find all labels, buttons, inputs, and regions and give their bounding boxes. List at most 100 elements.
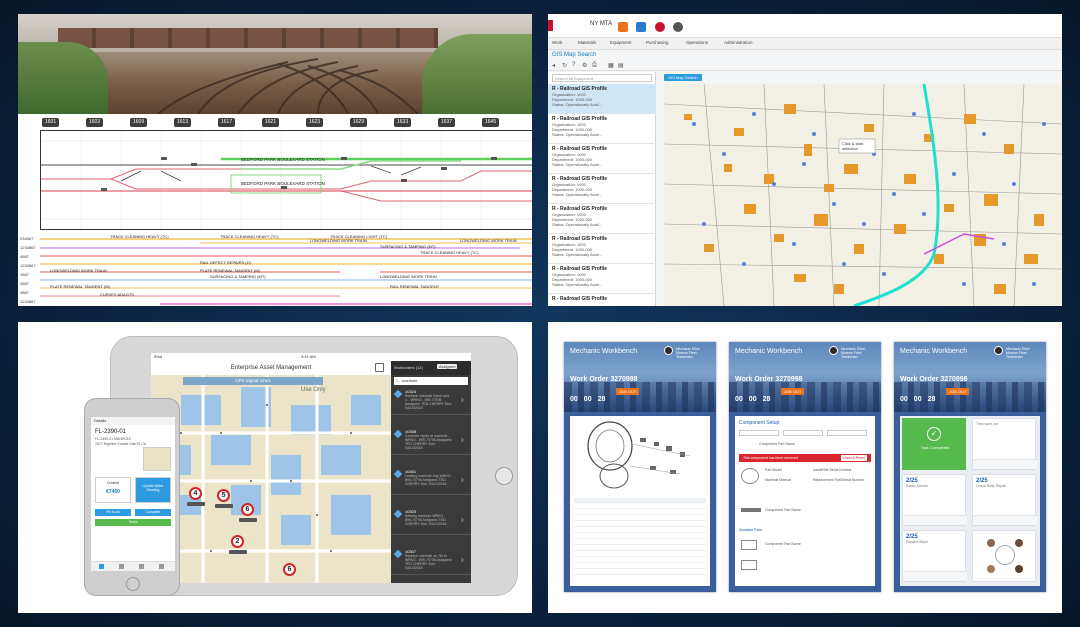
compose-icon[interactable]	[375, 363, 384, 372]
workbench-screen-component: Mechanic Workbench Mechanic Elliot Moren…	[729, 342, 881, 592]
track-schematic[interactable]: BEDFORD PARK BOULEVARD STATION BEDFORD P…	[40, 130, 532, 231]
task-tile-completed[interactable]: ✓ Task Completed	[902, 418, 966, 470]
undo-button[interactable]: Undo & Reset	[841, 455, 867, 461]
back-icon[interactable]: ◂	[552, 62, 555, 69]
list-item[interactable]: R - Railroad GIS Profile Organization: 1…	[548, 174, 656, 204]
list-item[interactable]: R - Railroad GIS Profile	[548, 294, 656, 306]
job-out-button[interactable]: JOB OUT	[781, 388, 805, 395]
year-chip[interactable]: 1617	[218, 118, 236, 127]
avatar[interactable]	[664, 346, 673, 355]
menu-item[interactable]: Operations	[686, 40, 708, 45]
refresh-icon[interactable]: ↻	[562, 62, 567, 69]
select-field[interactable]	[739, 430, 779, 436]
row-label: 1234567	[20, 245, 36, 250]
phone-nav[interactable]: Details	[91, 417, 175, 425]
help-icon[interactable]: ?	[572, 62, 575, 68]
year-chip[interactable]: 1609	[130, 118, 148, 127]
fill-todo-button[interactable]: Fill to-do	[95, 509, 131, 516]
task-tile[interactable]: 2/25 Safety Mirrors	[902, 474, 967, 526]
map-marker[interactable]: 5	[217, 489, 230, 502]
tab-list-icon[interactable]	[139, 564, 144, 569]
task-tile[interactable]: Tires worn out	[972, 418, 1037, 470]
component-setup-form: Component Setup Component Part Name This…	[735, 416, 875, 586]
avatar	[1015, 539, 1023, 547]
print-icon[interactable]: ⎙	[592, 62, 597, 69]
complete-button[interactable]: Complete	[135, 509, 171, 516]
year-chip[interactable]: 1603	[86, 118, 104, 127]
search-input[interactable]: Search All Equipment	[552, 74, 652, 82]
year-chip[interactable]: 1629	[350, 118, 368, 127]
year-chip[interactable]: 1633	[394, 118, 412, 127]
grid-view-icon[interactable]: ▦	[608, 62, 614, 69]
map-marker[interactable]: 6	[241, 503, 254, 516]
tab-home-icon[interactable]	[99, 564, 104, 569]
folder-icon[interactable]	[636, 22, 647, 32]
list-item[interactable]: R - Railroad GIS Profile Organization: 1…	[548, 234, 656, 264]
list-view-icon[interactable]: ▤	[618, 62, 624, 69]
mini-map[interactable]	[143, 447, 171, 471]
workorder-item[interactable]: 10401 Leaking manhole ring WRKO - 899-70…	[391, 467, 471, 495]
avatar[interactable]	[829, 346, 838, 355]
list-item[interactable]: R - Railroad GIS Profile Organization: 1…	[548, 204, 656, 234]
task-tile-team[interactable]	[972, 530, 1036, 582]
map-marker[interactable]: 2	[231, 535, 244, 548]
tablet-screen: iPad 9:41 AM Enterprise Asset Management	[151, 353, 471, 583]
meter-card[interactable]: Update Meter Reading	[135, 477, 171, 503]
tab-more-icon[interactable]	[159, 564, 164, 569]
created-card[interactable]: Created €7450	[95, 477, 131, 503]
settings-icon[interactable]: ⚙	[582, 62, 587, 69]
section-subtitle: Available Parts	[739, 528, 763, 532]
gis-map-search-button[interactable]: GIS Map Search	[664, 74, 702, 81]
alert-icon[interactable]	[654, 22, 665, 32]
phone-home-button[interactable]	[126, 577, 140, 591]
workorder-item[interactable]: 10308 Concrete repair at manhole... WRKO…	[391, 427, 471, 455]
year-chip[interactable]: 1613	[174, 118, 192, 127]
tasks-button[interactable]: Tasks	[95, 519, 171, 526]
menu-item[interactable]: Work	[552, 40, 562, 45]
asset-map[interactable]: UPS Signal Line1 Use Only 4 5 6 2 6	[151, 375, 391, 583]
map-marker[interactable]: 6	[283, 563, 296, 576]
workorder-item[interactable]: 10303 Missing manhole WRKO - 899-70706 A…	[391, 507, 471, 535]
gis-map[interactable]: Click & start selection	[664, 84, 1062, 306]
task-tile[interactable]: 2/25 Check Body Repair	[972, 474, 1037, 526]
apps-icon[interactable]	[618, 22, 628, 32]
menu-item[interactable]: Purchasing	[646, 40, 669, 45]
search-input[interactable]: manhole	[394, 377, 468, 385]
settings-icon[interactable]	[673, 22, 684, 32]
screen-title: Mechanic Workbench	[735, 348, 803, 355]
year-chip[interactable]: 1601	[42, 118, 60, 127]
list-item[interactable]: R - Railroad GIS Profile Organization: 1…	[548, 84, 656, 114]
workorder-desc: Missing manhole WRKO - 899-70706 Assigne…	[405, 514, 447, 526]
workorder-item[interactable]: 10324 Replace manhole frame and c... WRK…	[391, 387, 471, 415]
list-item[interactable]: R - Railroad GIS Profile Organization: 1…	[548, 114, 656, 144]
chevron-right-icon: ›	[461, 395, 464, 404]
task-tile[interactable]: 2/25 Repaint Wiper	[902, 530, 967, 582]
menu-item[interactable]: Equipment	[610, 40, 632, 45]
alert-text: This component has been removed	[743, 456, 798, 460]
toolbar: ◂ ↻ ? ⚙ ⎙ ▦ ▤	[548, 61, 1062, 71]
workorder-icon	[393, 389, 403, 399]
workorder-item[interactable]: 10307 Replace manhole on 7th st WRKO - 8…	[391, 547, 471, 575]
map-region-label: Use Only	[301, 387, 326, 393]
year-chip[interactable]: 1623	[306, 118, 324, 127]
menu-item[interactable]: Materials	[578, 40, 596, 45]
tab-map-icon[interactable]	[119, 564, 124, 569]
year-chip[interactable]: 1621	[262, 118, 280, 127]
list-item[interactable]: R - Railroad GIS Profile Organization: 1…	[548, 264, 656, 294]
map-marker[interactable]: 4	[189, 487, 202, 500]
tablet-home-button[interactable]	[495, 467, 513, 485]
gis-search-panel: NY MTA Work Materials Equipment Purchasi…	[548, 14, 1062, 306]
select-field[interactable]	[827, 430, 867, 436]
job-out-button[interactable]: JOB OUT	[946, 388, 970, 395]
select-field[interactable]	[783, 430, 823, 436]
task-tiles: ✓ Task Completed Tires worn out 2/25 Saf…	[900, 416, 1040, 586]
menu-item[interactable]: Administration	[724, 40, 753, 45]
avatar[interactable]	[994, 346, 1003, 355]
list-item[interactable]: R - Railroad GIS Profile Organization: 1…	[548, 144, 656, 174]
year-chip[interactable]: 1645	[482, 118, 500, 127]
assigned-filter[interactable]: Assigned	[437, 364, 458, 369]
job-out-button[interactable]: JOB OUT	[616, 388, 640, 395]
field-label: Replacement Part/Serial Number	[813, 478, 865, 482]
year-chip[interactable]: 1637	[438, 118, 456, 127]
field-label: Manhole Manual	[765, 478, 791, 482]
